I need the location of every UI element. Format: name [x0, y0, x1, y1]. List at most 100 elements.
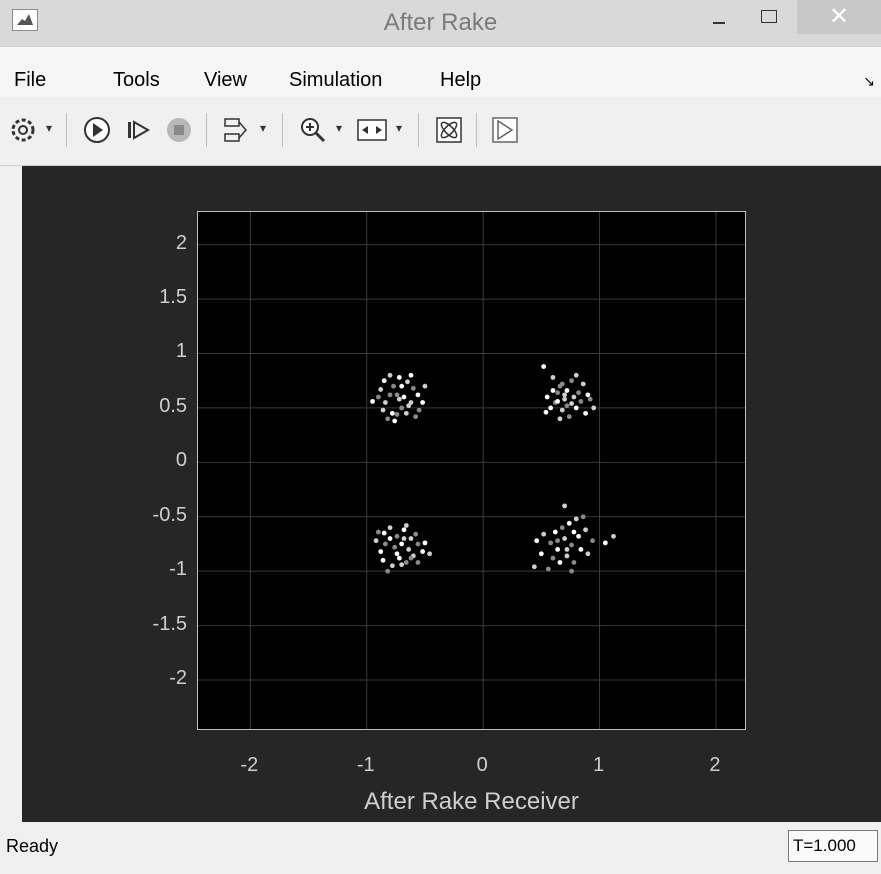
data-point	[591, 405, 597, 411]
data-point	[380, 557, 386, 563]
data-point	[590, 538, 595, 544]
data-point	[387, 536, 393, 541]
minimize-button[interactable]	[697, 0, 741, 34]
toolbar-separator	[476, 113, 477, 147]
data-point	[573, 405, 579, 411]
gear-dropdown-icon[interactable]: ▾	[46, 121, 52, 135]
menu-tools[interactable]: Tools	[113, 69, 160, 92]
data-point	[401, 527, 407, 533]
data-point	[396, 396, 402, 402]
data-point	[413, 414, 419, 420]
data-point	[399, 383, 405, 389]
data-point	[576, 533, 581, 539]
data-point	[387, 525, 393, 531]
data-point	[543, 409, 549, 415]
y-tick-label: 1	[175, 340, 187, 363]
dock-arrow-icon[interactable]: ↘	[863, 73, 875, 90]
data-point	[611, 533, 616, 539]
menu-help[interactable]: Help	[440, 69, 481, 92]
data-point	[389, 410, 395, 416]
data-point	[385, 416, 391, 422]
data-point	[378, 387, 384, 392]
data-point	[557, 416, 563, 422]
step-forward-icon[interactable]	[124, 115, 154, 145]
y-tick-label: 0	[175, 449, 187, 472]
data-point	[562, 396, 568, 402]
status-bar: Ready T=1.000	[0, 822, 881, 874]
data-point	[415, 560, 421, 565]
data-point	[399, 405, 405, 411]
gear-icon[interactable]	[8, 115, 38, 145]
data-point	[569, 401, 574, 406]
data-point	[413, 531, 419, 537]
data-point	[545, 566, 551, 572]
x-axis-label: After Rake Receiver	[364, 788, 579, 815]
data-point	[569, 378, 574, 384]
data-point	[381, 530, 387, 536]
fit-to-view-icon[interactable]	[356, 115, 388, 145]
y-tick-label: 1.5	[159, 286, 187, 309]
close-button[interactable]: ✕	[797, 0, 881, 34]
data-point	[580, 514, 586, 520]
data-point	[580, 381, 586, 387]
x-tick-label: 2	[709, 754, 721, 776]
toolbar-separator	[282, 113, 283, 147]
toolbar-separator	[66, 113, 67, 147]
data-point	[550, 388, 556, 393]
toolbar-separator	[206, 113, 207, 147]
data-point	[408, 555, 414, 561]
run-icon[interactable]	[82, 115, 112, 145]
scope-settings-icon[interactable]	[434, 115, 464, 145]
maximize-button[interactable]	[747, 0, 791, 34]
data-point	[399, 541, 405, 547]
data-point	[576, 390, 581, 396]
toolbar-separator	[418, 113, 419, 147]
data-point	[406, 403, 412, 409]
data-point	[422, 540, 428, 546]
scatter-plot	[198, 212, 745, 729]
data-point	[544, 394, 550, 400]
data-point	[408, 536, 414, 541]
plot-area: 2 1.5 1 0.5 0 -0.5 -1 -1.5 -2 -2 -1 0 1 2 After Rake…	[22, 166, 881, 822]
data-point	[602, 540, 608, 546]
menu-simulation[interactable]: Simulation	[289, 69, 382, 92]
data-point	[564, 547, 570, 552]
data-point	[578, 398, 584, 404]
data-point	[401, 536, 407, 541]
signal-selector-icon[interactable]	[222, 115, 252, 145]
data-point	[415, 541, 421, 547]
data-point	[375, 529, 381, 535]
data-point	[396, 555, 402, 561]
data-point	[559, 525, 565, 531]
constellation-axes[interactable]	[197, 211, 746, 730]
data-point	[415, 392, 421, 398]
menu-view[interactable]: View	[204, 69, 247, 92]
signal-dropdown-icon[interactable]: ▾	[260, 121, 266, 135]
data-point	[555, 547, 561, 552]
data-point	[555, 398, 561, 404]
zoom-dropdown-icon[interactable]: ▾	[336, 121, 342, 135]
stop-icon[interactable]	[164, 115, 194, 145]
data-point	[562, 392, 568, 398]
data-point	[380, 407, 386, 413]
data-point	[548, 405, 554, 411]
data-point	[571, 560, 577, 565]
data-point	[382, 541, 388, 547]
data-point	[387, 372, 393, 378]
data-point	[585, 392, 591, 398]
data-point	[564, 403, 570, 409]
data-point	[408, 372, 414, 378]
data-point	[375, 394, 381, 400]
x-tick-label: -1	[356, 754, 375, 776]
highlight-block-icon[interactable]	[490, 115, 520, 145]
data-point	[392, 418, 398, 424]
zoom-in-icon[interactable]	[298, 115, 328, 145]
data-point	[378, 549, 384, 554]
x-tick-label: -2	[240, 754, 259, 776]
data-point	[559, 381, 565, 387]
fit-dropdown-icon[interactable]: ▾	[396, 121, 402, 135]
data-point	[555, 538, 561, 544]
data-point	[538, 551, 544, 557]
menu-file[interactable]: File	[14, 69, 46, 92]
data-point	[387, 392, 393, 398]
